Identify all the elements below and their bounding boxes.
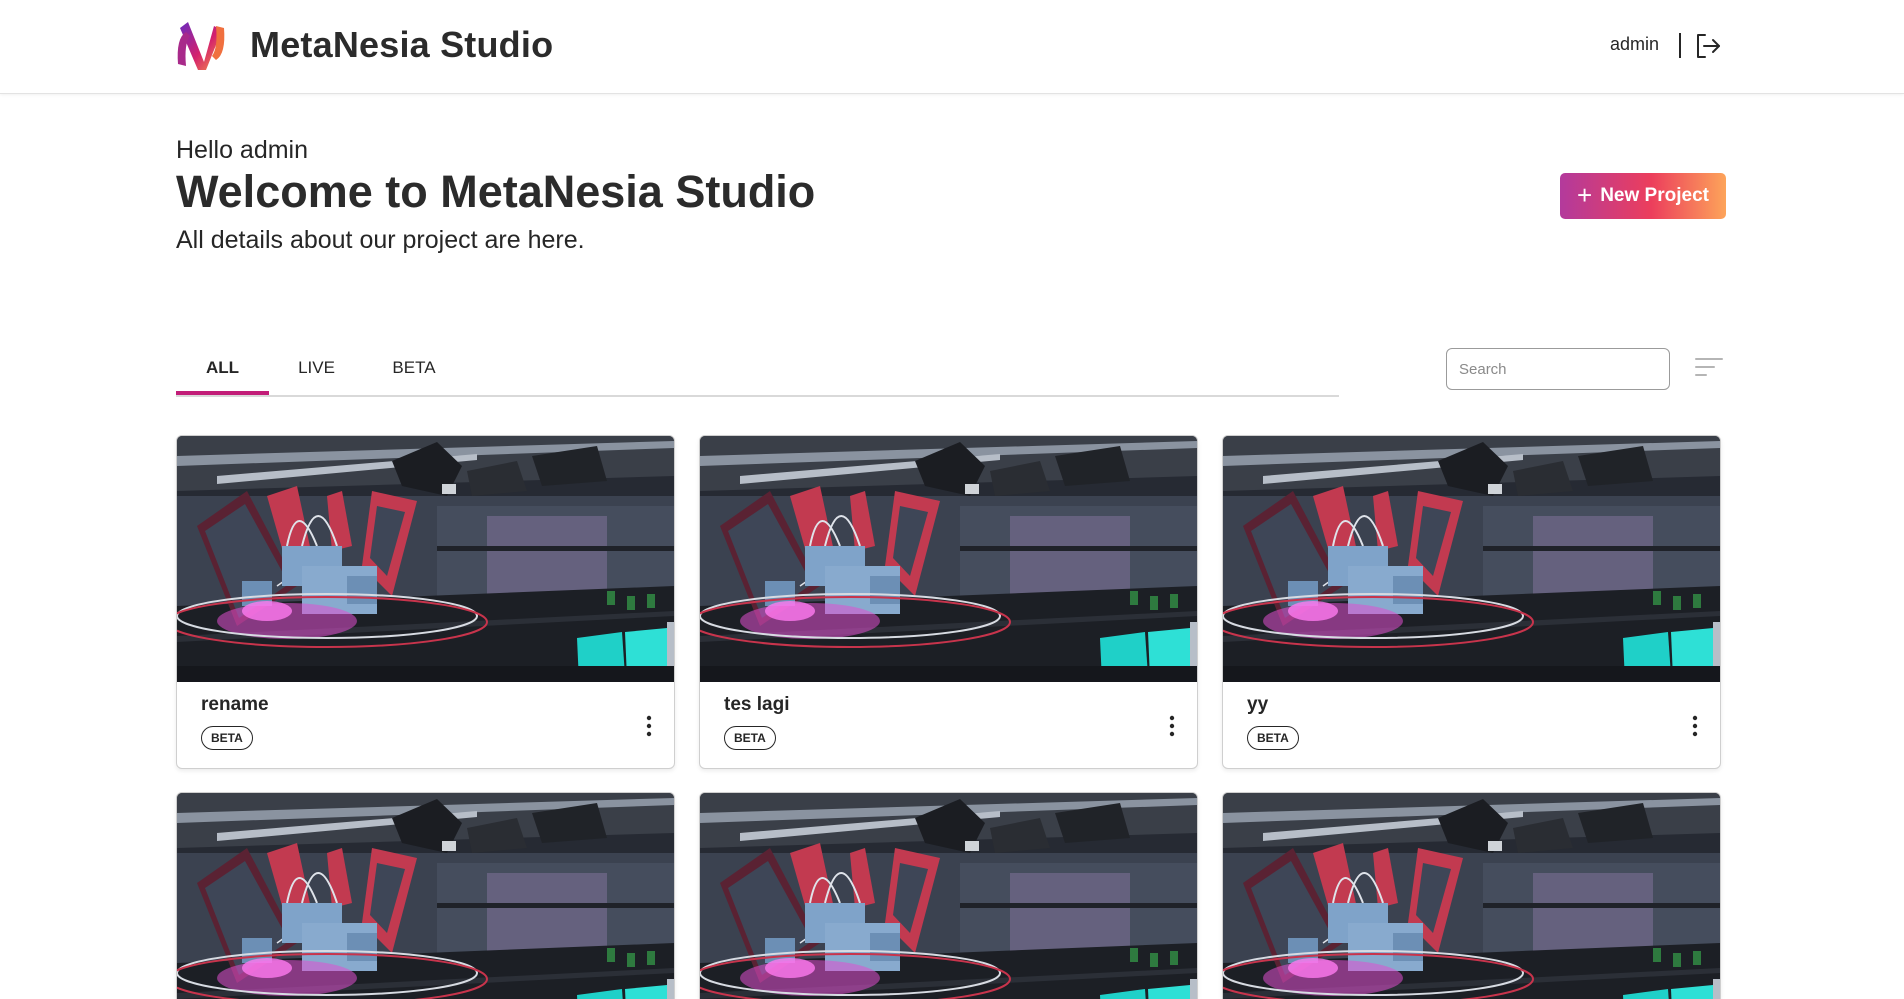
project-name: tes lagi	[724, 694, 790, 715]
sort-icon[interactable]	[1694, 355, 1724, 379]
project-card[interactable]	[1222, 792, 1721, 999]
new-project-label: New Project	[1600, 185, 1709, 206]
greeting: Hello admin	[176, 136, 309, 164]
metanesia-logo-icon[interactable]	[174, 18, 228, 74]
project-thumbnail	[177, 793, 674, 999]
search-input[interactable]	[1446, 348, 1670, 390]
project-card[interactable]	[699, 792, 1198, 999]
project-name: rename	[201, 694, 269, 715]
top-header: MetaNesia Studio admin	[0, 0, 1904, 94]
page-title: Welcome to MetaNesia Studio	[176, 166, 816, 217]
project-thumbnail	[700, 436, 1197, 682]
project-card[interactable]: rename BETA	[176, 435, 675, 769]
tab-all[interactable]: ALL	[176, 345, 269, 395]
more-options-icon[interactable]	[1690, 714, 1700, 738]
plus-icon: +	[1577, 180, 1593, 210]
status-badge: BETA	[1247, 726, 1299, 750]
logout-icon[interactable]	[1694, 32, 1722, 60]
new-project-button[interactable]: + New Project	[1560, 173, 1726, 219]
more-options-icon[interactable]	[644, 714, 654, 738]
project-thumbnail	[177, 436, 674, 682]
page-subtitle: All details about our project are here.	[176, 226, 585, 254]
project-thumbnail	[1223, 436, 1720, 682]
project-card[interactable]: yy BETA	[1222, 435, 1721, 769]
app-name: MetaNesia Studio	[250, 24, 554, 65]
project-name: yy	[1247, 694, 1269, 715]
tab-beta[interactable]: BETA	[364, 345, 464, 393]
project-tabs: ALL LIVE BETA	[176, 345, 1339, 397]
project-card[interactable]: tes lagi BETA	[699, 435, 1198, 769]
header-divider	[1679, 33, 1681, 58]
tab-live[interactable]: LIVE	[269, 345, 364, 393]
status-badge: BETA	[201, 726, 253, 750]
project-thumbnail	[700, 793, 1197, 999]
user-name: admin	[1610, 34, 1660, 54]
project-thumbnail	[1223, 793, 1720, 999]
more-options-icon[interactable]	[1167, 714, 1177, 738]
status-badge: BETA	[724, 726, 776, 750]
project-card[interactable]	[176, 792, 675, 999]
